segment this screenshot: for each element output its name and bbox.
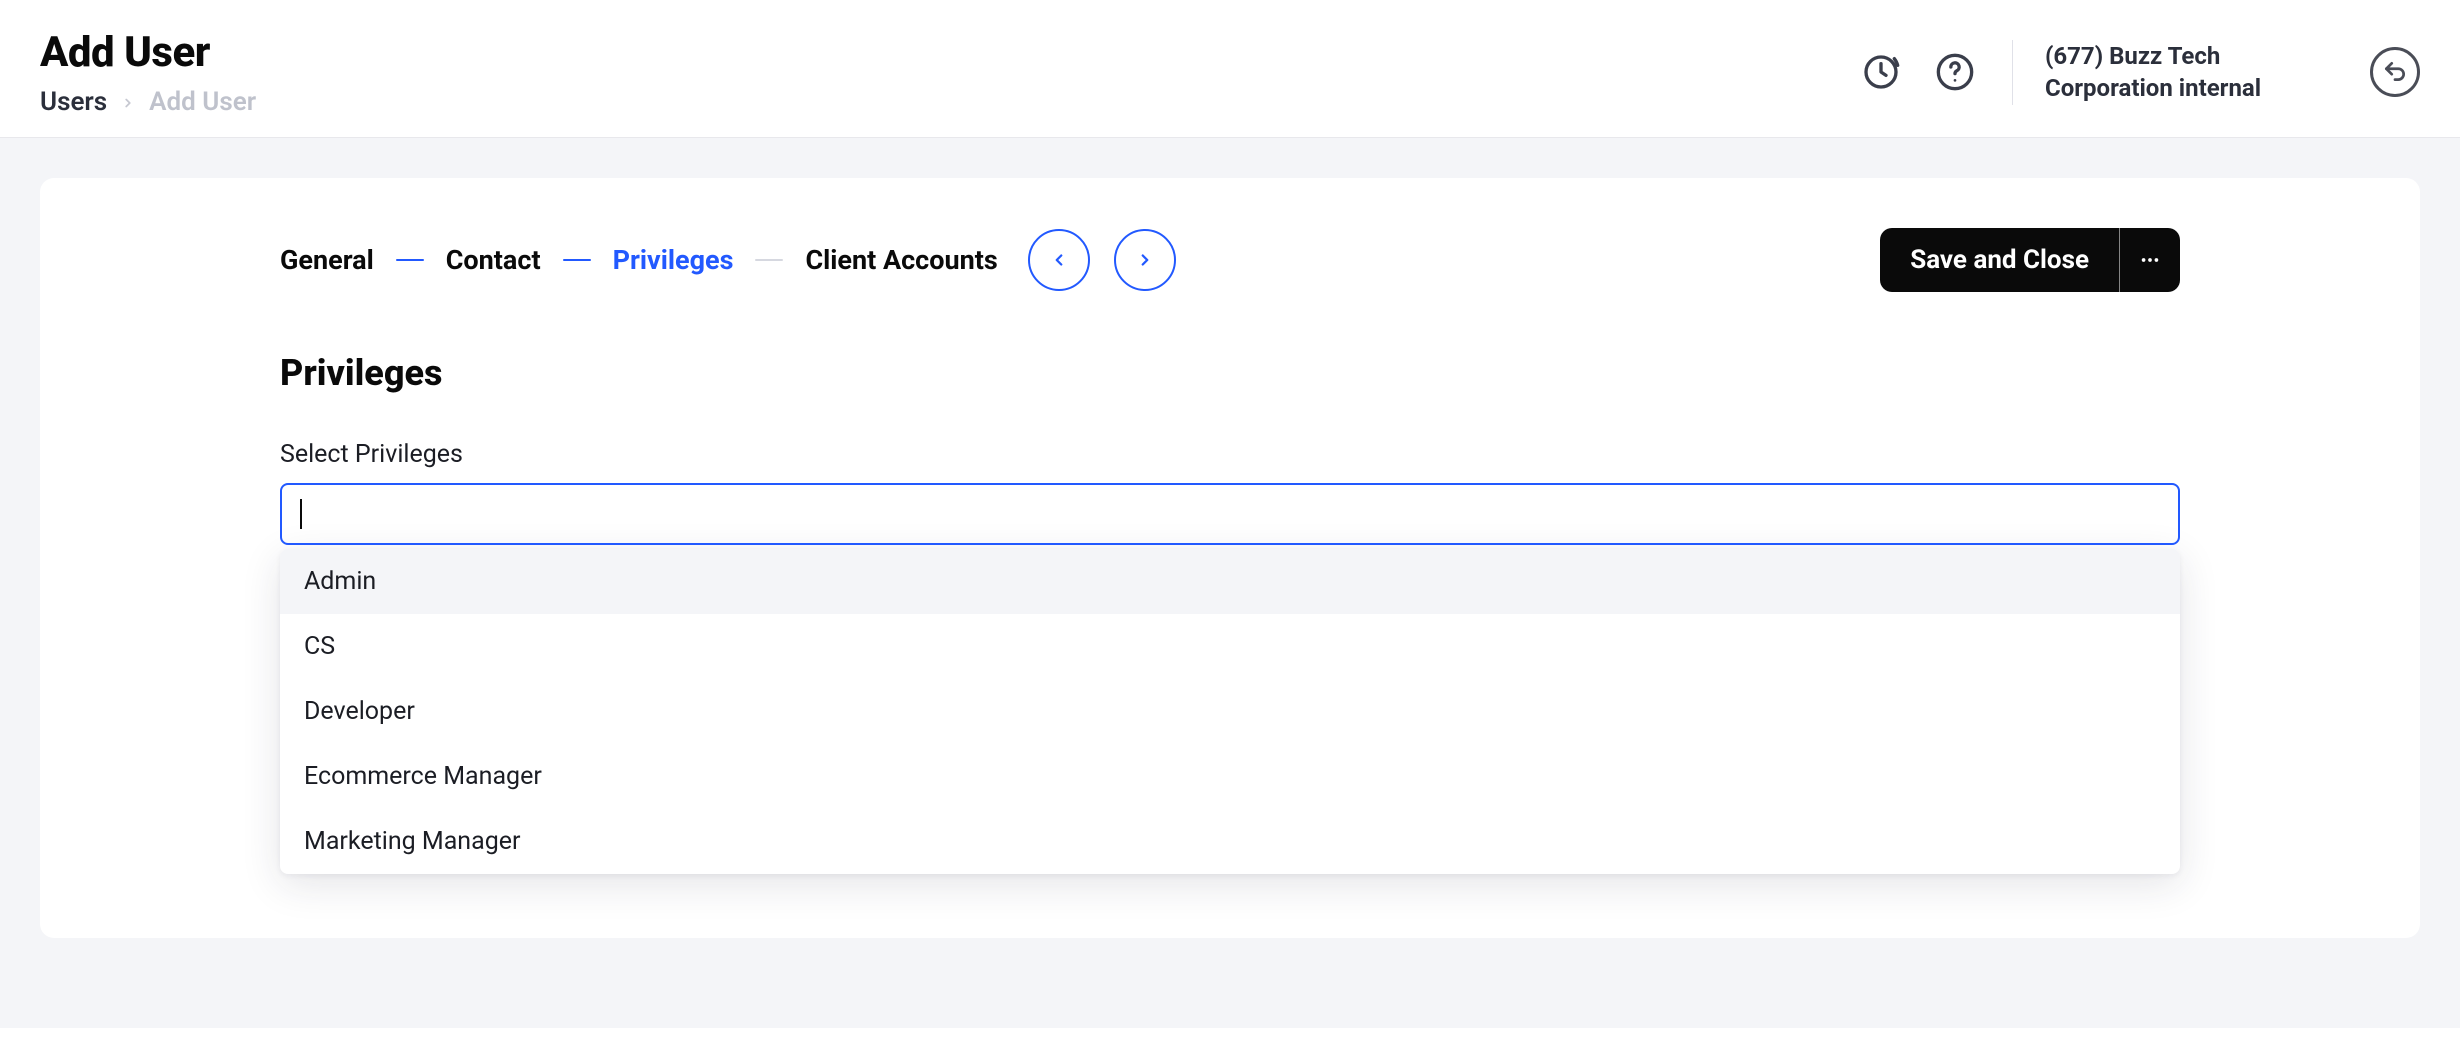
- breadcrumb-root[interactable]: Users: [40, 87, 107, 117]
- page-title: Add User: [40, 28, 256, 77]
- page-header: Add User Users Add User (677) Buzz Tech …: [0, 0, 2460, 138]
- next-step-button[interactable]: [1114, 229, 1176, 291]
- header-left: Add User Users Add User: [40, 28, 256, 117]
- step-contact[interactable]: Contact: [446, 244, 541, 276]
- history-icon[interactable]: [1858, 49, 1904, 95]
- save-and-close-button[interactable]: Save and Close: [1880, 228, 2120, 292]
- steps-row: General Contact Privileges Client Accoun…: [280, 228, 2180, 292]
- text-cursor: [300, 499, 302, 529]
- breadcrumb-current: Add User: [149, 87, 256, 117]
- step-separator: [563, 259, 591, 261]
- step-separator: [396, 259, 424, 261]
- page-body: General Contact Privileges Client Accoun…: [0, 138, 2460, 1028]
- prev-step-button[interactable]: [1028, 229, 1090, 291]
- privileges-option-cs[interactable]: CS: [280, 614, 2180, 679]
- form-card: General Contact Privileges Client Accoun…: [40, 178, 2420, 938]
- back-button[interactable]: [2370, 47, 2420, 97]
- org-label: (677) Buzz Tech Corporation internal: [2012, 40, 2272, 105]
- step-privileges[interactable]: Privileges: [613, 244, 734, 276]
- save-button-group: Save and Close: [1880, 228, 2180, 292]
- help-icon[interactable]: [1932, 49, 1978, 95]
- wizard-steps: General Contact Privileges Client Accoun…: [280, 244, 998, 276]
- step-separator: [755, 259, 783, 261]
- section-title: Privileges: [280, 352, 2180, 394]
- privileges-option-admin[interactable]: Admin: [280, 549, 2180, 614]
- save-more-button[interactable]: [2120, 228, 2180, 292]
- breadcrumb: Users Add User: [40, 87, 256, 117]
- step-general[interactable]: General: [280, 244, 374, 276]
- step-client-accounts[interactable]: Client Accounts: [805, 244, 997, 276]
- privileges-dropdown: Admin CS Developer Ecommerce Manager Mar…: [280, 549, 2180, 874]
- privileges-field-label: Select Privileges: [280, 440, 2180, 469]
- privileges-select-input[interactable]: [280, 483, 2180, 545]
- privileges-option-developer[interactable]: Developer: [280, 679, 2180, 744]
- chevron-right-icon: [121, 87, 135, 117]
- header-right: (677) Buzz Tech Corporation internal: [1858, 28, 2420, 105]
- privileges-option-ecommerce-manager[interactable]: Ecommerce Manager: [280, 744, 2180, 809]
- privileges-option-marketing-manager[interactable]: Marketing Manager: [280, 809, 2180, 874]
- step-nav-arrows: [1028, 229, 1176, 291]
